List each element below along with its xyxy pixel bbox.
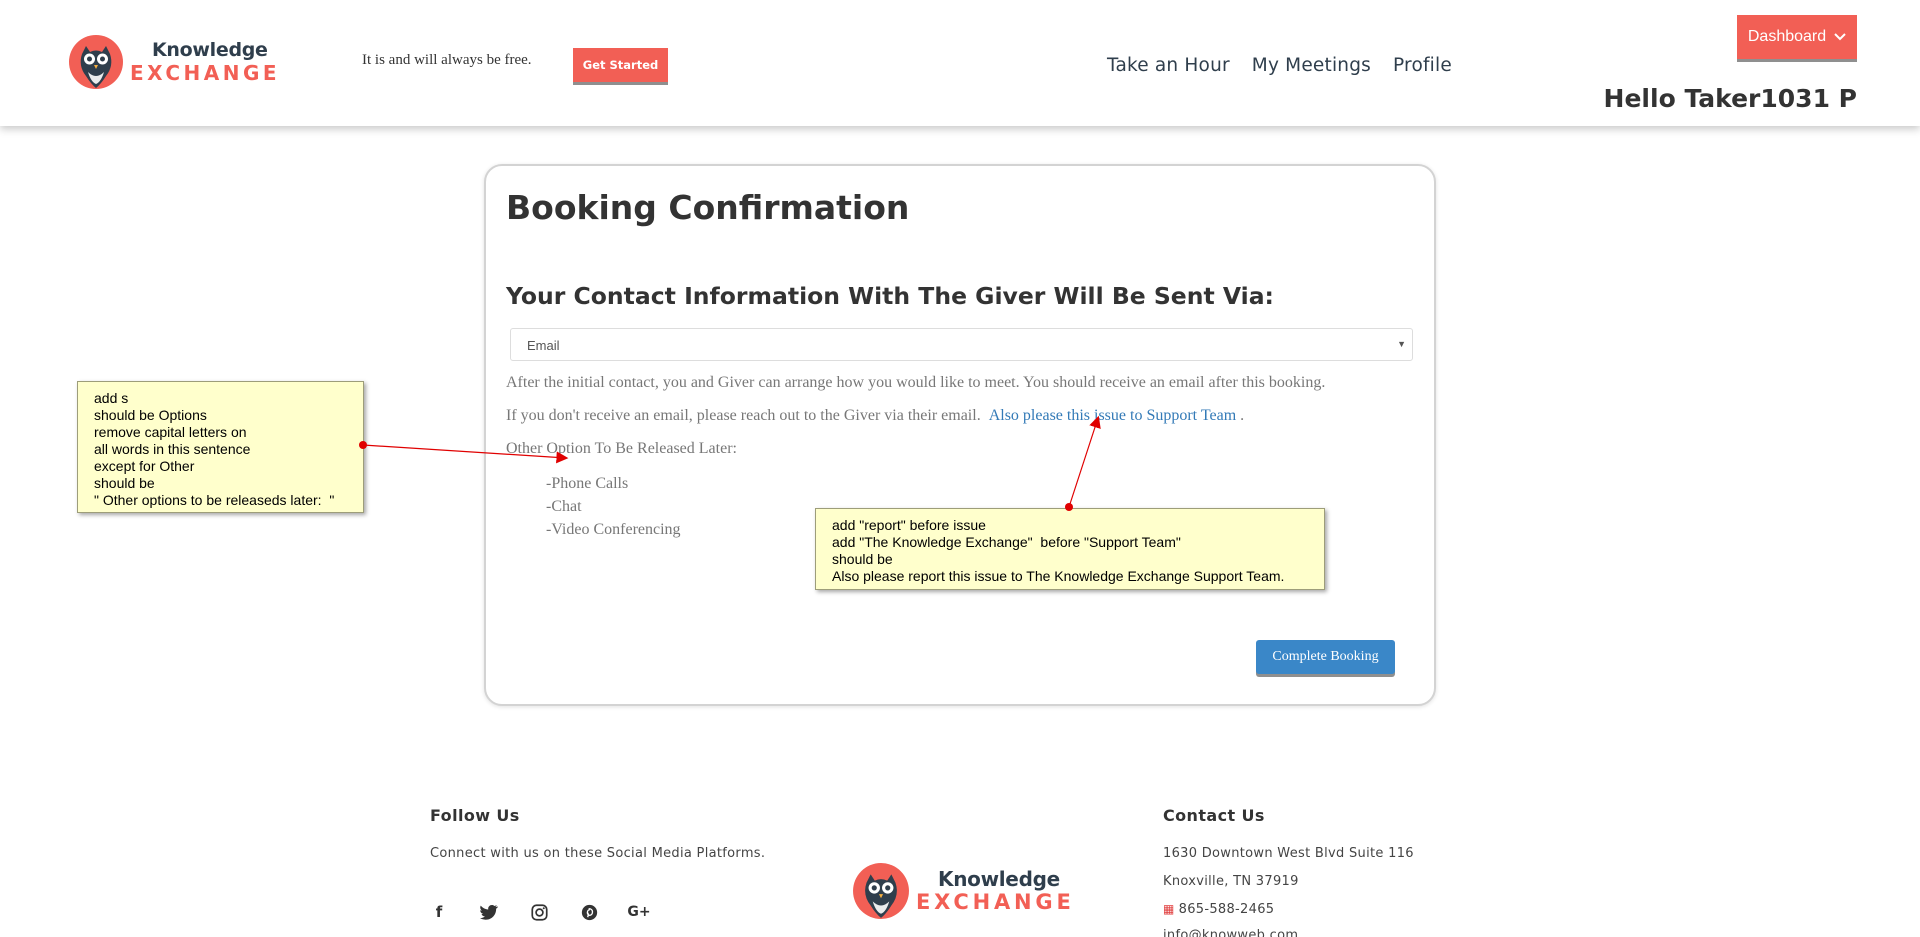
other-options-heading: Other Option To Be Released Later: <box>506 440 737 457</box>
logo-text-knowledge: Knowledge <box>938 867 1060 891</box>
contact-us-heading: Contact Us <box>1163 806 1265 825</box>
user-greeting: Hello Taker1031 P <box>1603 84 1857 113</box>
list-item: -Video Conferencing <box>546 521 681 538</box>
list-item: -Phone Calls <box>546 475 629 492</box>
note-line: add "report" before issue <box>832 517 986 533</box>
social-links: f G+ <box>428 902 651 922</box>
dashboard-dropdown-button[interactable]: Dashboard <box>1737 15 1857 59</box>
support-team-link[interactable]: Also please this issue to Support Team <box>989 407 1236 424</box>
note-line: all words in this sentence <box>94 441 251 457</box>
address-line-1: 1630 Downtown West Blvd Suite 116 <box>1163 846 1414 861</box>
email-line[interactable]: info@knowweb.com <box>1163 928 1298 937</box>
instagram-icon[interactable] <box>528 902 550 922</box>
phone-number[interactable]: 865-588-2465 <box>1179 902 1275 917</box>
nav-my-meetings[interactable]: My Meetings <box>1252 55 1371 76</box>
owl-logo-icon <box>69 35 123 89</box>
contact-method-value: Email <box>527 338 560 353</box>
facebook-icon[interactable]: f <box>428 902 450 922</box>
phone-icon: ▦ <box>1163 902 1175 916</box>
follow-us-text: Connect with us on these Social Media Pl… <box>430 846 766 861</box>
main-nav: Take an Hour My Meetings Profile <box>1107 55 1452 76</box>
footer-logo[interactable]: Knowledge EXCHANGE <box>852 862 1075 920</box>
note-line: add s <box>94 390 129 406</box>
list-item: -Chat <box>546 498 582 515</box>
note-line: except for Other <box>94 458 195 474</box>
other-options-list: -Phone Calls -Chat -Video Conferencing <box>546 472 681 541</box>
follow-us-heading: Follow Us <box>430 806 520 825</box>
twitter-icon[interactable] <box>478 902 500 922</box>
nav-take-an-hour[interactable]: Take an Hour <box>1107 55 1230 76</box>
pinterest-icon[interactable] <box>578 902 600 922</box>
contact-info-text: After the initial contact, you and Giver… <box>506 374 1326 391</box>
page-title: Booking Confirmation <box>506 188 910 227</box>
site-header: Knowledge EXCHANGE It is and will always… <box>0 0 1920 126</box>
phone-line: ▦ 865-588-2465 <box>1163 902 1274 917</box>
logo-text-knowledge: Knowledge <box>152 39 268 61</box>
review-note-options: add s should be Options remove capital l… <box>77 381 364 513</box>
contact-method-heading: Your Contact Information With The Giver … <box>506 282 1274 310</box>
note-line: Also please report this issue to The Kno… <box>832 568 1285 584</box>
note-line: remove capital letters on <box>94 424 247 440</box>
owl-logo-icon <box>853 863 909 919</box>
google-plus-icon[interactable]: G+ <box>627 902 650 922</box>
complete-booking-button[interactable]: Complete Booking <box>1256 640 1395 674</box>
contact-method-select[interactable]: Email ▼ <box>510 328 1413 361</box>
dashboard-label: Dashboard <box>1747 28 1827 45</box>
caret-down-icon: ▼ <box>1397 339 1406 349</box>
review-note-support: add "report" before issue add "The Knowl… <box>815 508 1325 590</box>
get-started-button[interactable]: Get Started <box>573 48 668 82</box>
note-line: should be <box>832 551 893 567</box>
note-line: " Other options to be releaseds later: " <box>94 492 335 508</box>
chevron-down-icon <box>1834 33 1846 41</box>
nav-profile[interactable]: Profile <box>1393 55 1452 76</box>
logo-text-exchange: EXCHANGE <box>916 890 1075 914</box>
tagline: It is and will always be free. <box>362 52 532 68</box>
header-logo[interactable]: Knowledge EXCHANGE <box>68 34 280 90</box>
address-line-2: Knoxville, TN 37919 <box>1163 874 1299 889</box>
no-email-end: . <box>1240 407 1245 424</box>
note-line: should be Options <box>94 407 207 423</box>
no-email-text: If you don't receive an email, please re… <box>506 407 1244 425</box>
no-email-sentence: If you don't receive an email, please re… <box>506 407 981 424</box>
booking-confirmation-card: Booking Confirmation Your Contact Inform… <box>484 164 1436 706</box>
logo-text-exchange: EXCHANGE <box>130 61 281 85</box>
note-line: should be <box>94 475 155 491</box>
note-line: add "The Knowledge Exchange" before "Sup… <box>832 534 1181 550</box>
